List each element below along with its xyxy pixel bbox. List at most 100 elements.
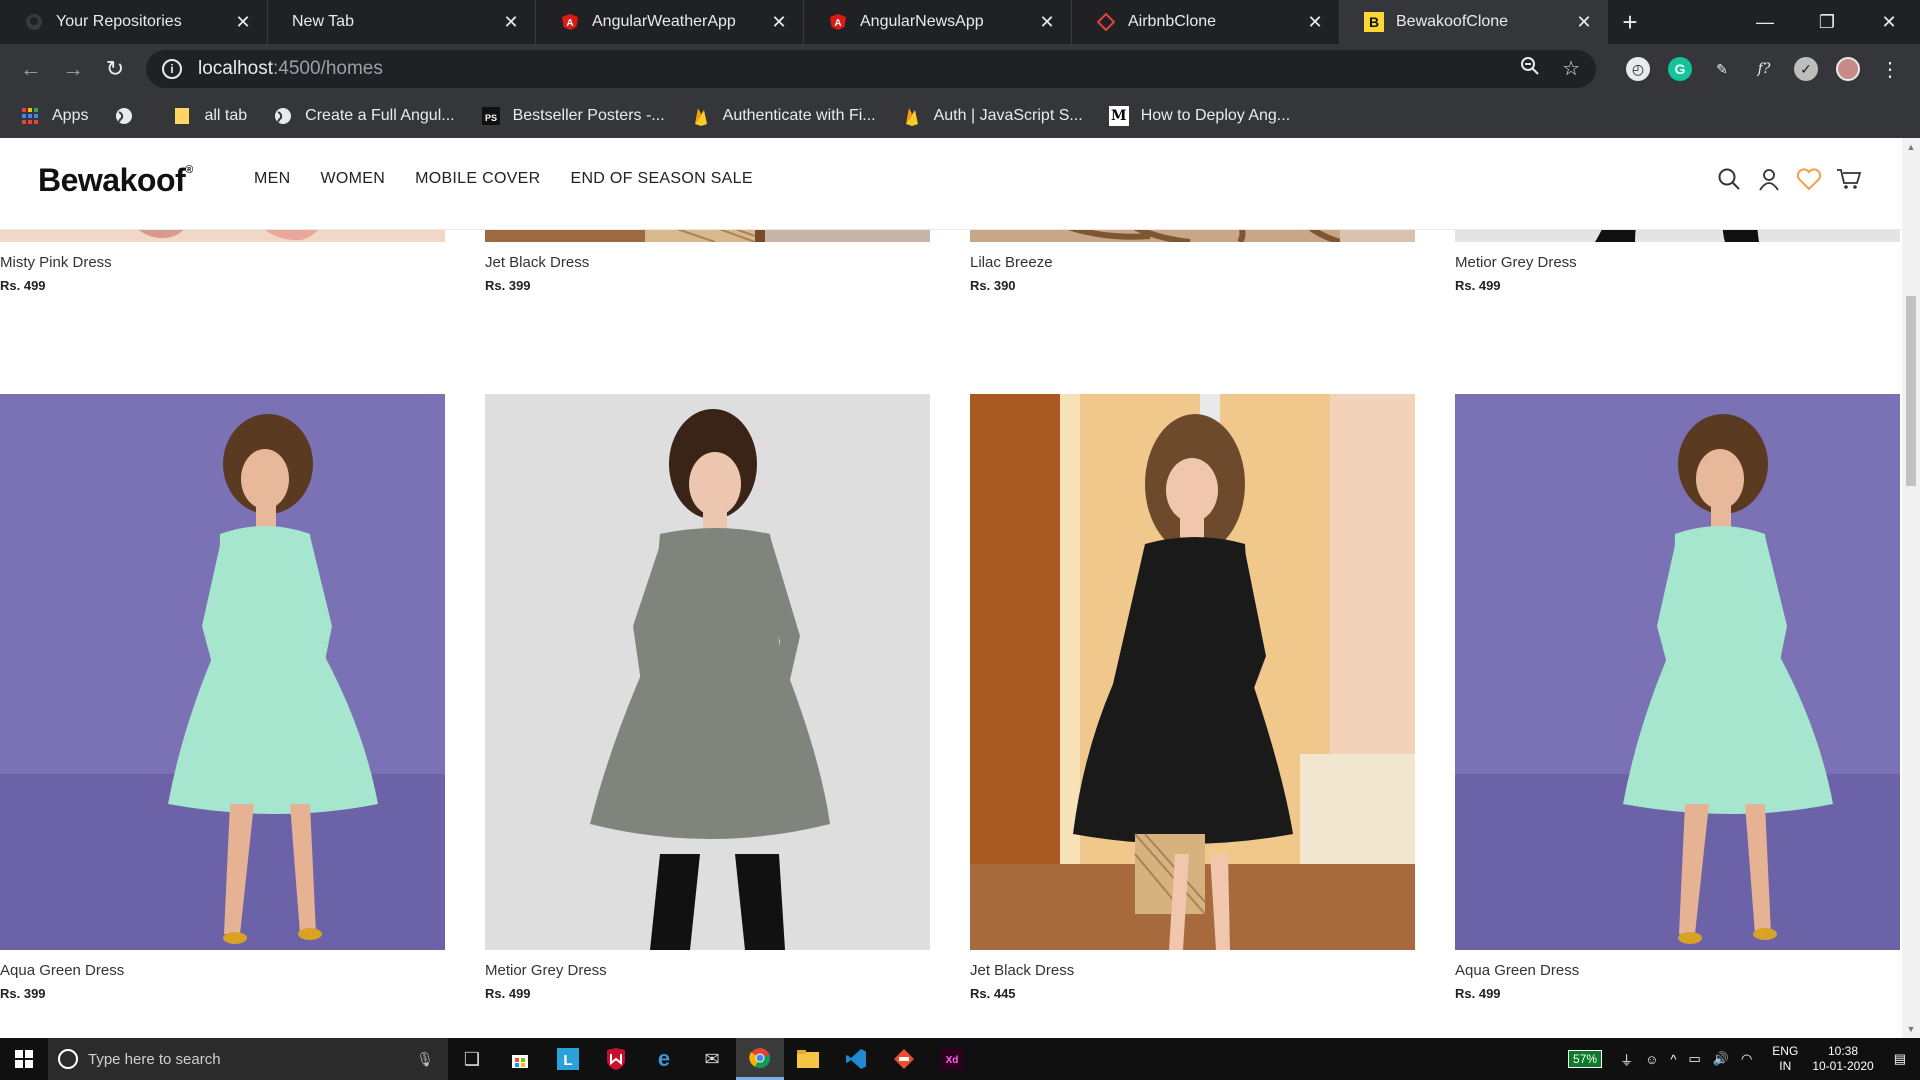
- tab-bewakoof-clone[interactable]: B BewakoofClone ✕: [1340, 0, 1608, 44]
- close-icon[interactable]: ✕: [1037, 12, 1057, 32]
- close-icon[interactable]: ✕: [501, 12, 521, 32]
- tab-angular-weather-app[interactable]: A AngularWeatherApp ✕: [536, 0, 804, 44]
- close-icon[interactable]: ✕: [233, 12, 253, 32]
- bookmark-globe[interactable]: [114, 106, 146, 126]
- product-price: Rs. 390: [970, 278, 1016, 293]
- nav-women[interactable]: WOMEN: [320, 170, 385, 188]
- nav-mobile-cover[interactable]: MOBILE COVER: [415, 170, 540, 188]
- product-name[interactable]: Misty Pink Dress: [0, 254, 445, 271]
- tab-title: Your Repositories: [56, 13, 182, 30]
- bookmark-create-angular[interactable]: Create a Full Angul...: [273, 106, 455, 126]
- show-hidden-icons-chevron-icon[interactable]: ^: [1670, 1052, 1676, 1067]
- tab-new-tab[interactable]: New Tab ✕: [268, 0, 536, 44]
- bookmark-all-tab[interactable]: all tab: [172, 106, 247, 126]
- restore-icon[interactable]: ❐: [1796, 0, 1858, 44]
- grammarly-icon[interactable]: G: [1668, 57, 1692, 81]
- new-tab-plus-icon[interactable]: +: [1608, 0, 1652, 44]
- mail-icon[interactable]: ✉: [688, 1038, 736, 1080]
- edge-icon[interactable]: e: [640, 1038, 688, 1080]
- product-card[interactable]: Jet Black Dress Rs. 445: [970, 394, 1415, 1001]
- l-app-icon[interactable]: L: [544, 1038, 592, 1080]
- store-icon[interactable]: [496, 1038, 544, 1080]
- product-name[interactable]: Jet Black Dress: [970, 962, 1415, 979]
- nav-men[interactable]: MEN: [254, 170, 290, 188]
- logo-text: Bewakoof: [38, 162, 186, 198]
- tab-your-repositories[interactable]: Your Repositories ✕: [0, 0, 268, 44]
- people-icon[interactable]: ☺: [1645, 1052, 1658, 1067]
- info-icon[interactable]: i: [162, 59, 182, 79]
- product-image[interactable]: [970, 394, 1415, 950]
- product-image[interactable]: [485, 394, 930, 950]
- product-name[interactable]: Lilac Breeze: [970, 254, 1415, 271]
- bookmark-star-icon[interactable]: ☆: [1562, 56, 1580, 82]
- browser-tab-strip: Your Repositories ✕ New Tab ✕ A AngularW…: [0, 0, 1920, 44]
- minimize-icon[interactable]: —: [1734, 0, 1796, 44]
- product-card[interactable]: Metior Grey Dress Rs. 499: [485, 394, 930, 1001]
- vscode-icon[interactable]: [832, 1038, 880, 1080]
- microphone-icon[interactable]: 🎙: [416, 1051, 434, 1068]
- git-icon[interactable]: [880, 1038, 928, 1080]
- bookmark-label: all tab: [204, 107, 248, 124]
- scrollbar-thumb[interactable]: [1906, 296, 1916, 486]
- product-name[interactable]: Aqua Green Dress: [0, 962, 445, 979]
- product-price: Rs. 499: [0, 278, 46, 293]
- zoom-icon[interactable]: [1520, 56, 1540, 82]
- scroll-up-arrow-icon[interactable]: ▲: [1902, 138, 1920, 156]
- wishlist-heart-icon[interactable]: [1796, 166, 1822, 192]
- scroll-down-arrow-icon[interactable]: ▼: [1902, 1020, 1920, 1038]
- page-scrollbar[interactable]: ▲ ▼: [1902, 138, 1920, 1038]
- bookmark-authenticate-firebase[interactable]: Authenticate with Fi...: [691, 106, 876, 126]
- chrome-icon[interactable]: [736, 1038, 784, 1080]
- product-card[interactable]: Aqua Green Dress Rs. 399: [0, 394, 445, 1001]
- site-logo[interactable]: Bewakoof®: [38, 162, 193, 199]
- back-arrow-icon[interactable]: ←: [10, 49, 52, 89]
- charging-plug-icon[interactable]: ⏚: [1620, 1050, 1633, 1069]
- product-image[interactable]: [0, 394, 445, 950]
- profile-avatar[interactable]: [1836, 57, 1860, 81]
- svg-text:A: A: [834, 18, 841, 29]
- tab-airbnb-clone[interactable]: AirbnbClone ✕: [1072, 0, 1340, 44]
- nav-end-of-season-sale[interactable]: END OF SEASON SALE: [570, 170, 752, 188]
- address-bar[interactable]: i localhost:4500/homes ☆: [146, 50, 1596, 88]
- extension-clock-icon[interactable]: ◴: [1626, 57, 1650, 81]
- close-icon[interactable]: ✕: [1305, 12, 1325, 32]
- file-explorer-icon[interactable]: [784, 1038, 832, 1080]
- product-name[interactable]: Jet Black Dress: [485, 254, 930, 271]
- cart-icon[interactable]: [1836, 166, 1862, 192]
- bookmark-how-to-deploy[interactable]: M How to Deploy Ang...: [1108, 106, 1290, 126]
- bookmark-apps[interactable]: Apps: [20, 106, 88, 126]
- bookmark-bestseller-posters[interactable]: PS Bestseller Posters -...: [481, 106, 665, 126]
- product-card[interactable]: Aqua Green Dress Rs. 499: [1455, 394, 1900, 1001]
- extension-check-icon[interactable]: ✓: [1794, 57, 1818, 81]
- volume-icon[interactable]: 🔊: [1713, 1051, 1729, 1067]
- product-name[interactable]: Aqua Green Dress: [1455, 962, 1900, 979]
- mcafee-icon[interactable]: [592, 1038, 640, 1080]
- forward-arrow-icon[interactable]: →: [52, 49, 94, 89]
- user-icon[interactable]: [1756, 166, 1782, 192]
- product-name[interactable]: Metior Grey Dress: [1455, 254, 1900, 271]
- product-image[interactable]: [1455, 394, 1900, 950]
- window-close-icon[interactable]: ✕: [1858, 0, 1920, 44]
- battery-indicator[interactable]: 57%: [1568, 1050, 1603, 1068]
- notifications-icon[interactable]: ▤: [1894, 1051, 1906, 1067]
- close-icon[interactable]: ✕: [769, 12, 789, 32]
- search-icon[interactable]: [1716, 166, 1742, 192]
- bookmark-auth-javascript[interactable]: Auth | JavaScript S...: [902, 106, 1083, 126]
- tab-angular-news-app[interactable]: A AngularNewsApp ✕: [804, 0, 1072, 44]
- input-language[interactable]: ENG IN: [1772, 1044, 1798, 1074]
- formula-icon[interactable]: f?: [1752, 57, 1776, 81]
- url-text[interactable]: localhost:4500/homes: [198, 58, 383, 80]
- product-name[interactable]: Metior Grey Dress: [485, 962, 930, 979]
- pen-icon[interactable]: ✎: [1710, 57, 1734, 81]
- task-view-icon[interactable]: ❑: [448, 1038, 496, 1080]
- adobe-xd-icon[interactable]: Xd: [928, 1038, 976, 1080]
- system-clock[interactable]: 10:38 10-01-2020: [1812, 1044, 1873, 1074]
- wifi-icon[interactable]: ◠: [1741, 1051, 1752, 1067]
- taskbar-search-box[interactable]: Type here to search 🎙: [48, 1038, 448, 1080]
- reload-icon[interactable]: ↻: [94, 49, 136, 89]
- network-icon[interactable]: ▭: [1688, 1051, 1700, 1067]
- kebab-menu-icon[interactable]: ⋮: [1878, 57, 1902, 81]
- folder-icon: [172, 106, 192, 126]
- windows-start-icon[interactable]: [0, 1038, 48, 1080]
- close-icon[interactable]: ✕: [1574, 12, 1594, 32]
